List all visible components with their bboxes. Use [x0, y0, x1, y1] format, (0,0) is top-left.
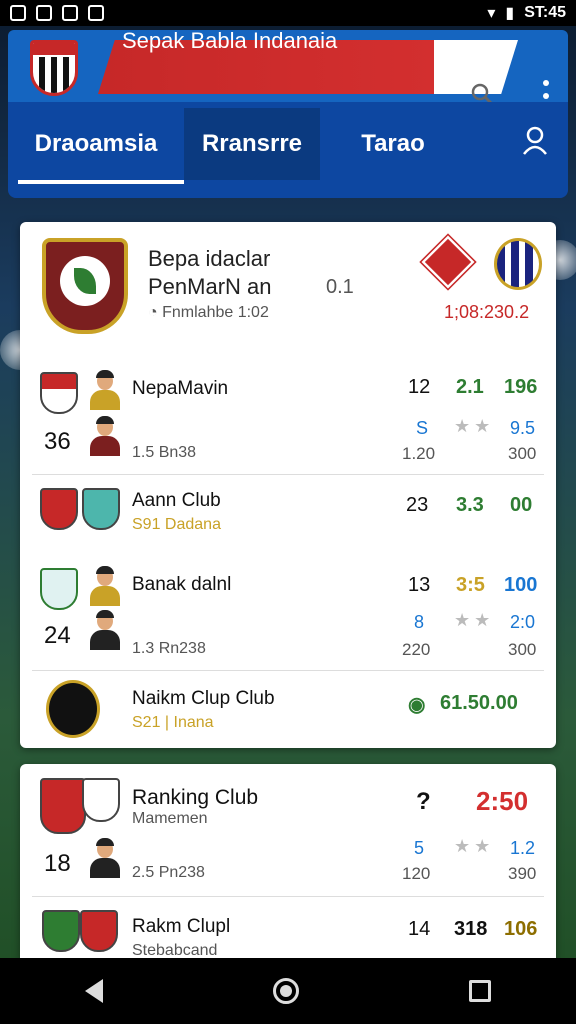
club-logo-icon [40, 568, 78, 610]
club-meta: S21 | Inana [132, 714, 214, 731]
wifi-icon: ▾ [487, 5, 496, 22]
club-logo-icon [40, 778, 86, 834]
stat-value: 100 [504, 574, 538, 596]
stat-small: 220 [402, 640, 431, 659]
stat-value: 318 [454, 918, 488, 940]
stat-value: 106 [504, 918, 538, 940]
stat-small: 120 [402, 864, 431, 883]
stat-small: 390 [508, 864, 537, 883]
player-number: 24 [44, 622, 71, 649]
rating-stars-icon: ★★ [454, 416, 495, 436]
tab-draoamsia[interactable]: Draoamsia [8, 108, 184, 184]
stat-value: 23 [406, 494, 429, 516]
stat-small: 1.20 [402, 444, 436, 463]
divider [32, 670, 544, 671]
stat-value: 3.3 [456, 494, 484, 516]
user-icon[interactable] [522, 126, 548, 156]
player-avatar [90, 370, 120, 410]
stat-small: 300 [508, 640, 537, 659]
club-meta: Mamemen [132, 810, 208, 827]
player-meta: 1.3 Rn238 [132, 640, 206, 657]
player-avatar [90, 416, 120, 456]
match-time-text: Fnmlahbe 1:02 [162, 304, 269, 321]
sim-icon [36, 5, 52, 21]
stat-value: 14 [408, 918, 431, 940]
tab-bar: Draoamsia Rransrre Tarao [8, 102, 568, 198]
stat-value: ? [416, 788, 431, 815]
club-logo-icon [42, 910, 80, 952]
stat-small: 1.2 [510, 838, 536, 858]
match-time-label: ◔ Fnmlahbe 1:02 [148, 304, 269, 321]
club-name[interactable]: Rakm Clupl [132, 916, 230, 938]
club-logo-icon [46, 680, 100, 738]
tab-rransrre[interactable]: Rransrre [184, 108, 320, 180]
club-name[interactable]: Naikm Clup Club [132, 688, 275, 710]
player-number: 18 [44, 850, 71, 877]
league-crest-icon [42, 238, 128, 334]
prize-icon: ◉ [408, 694, 426, 716]
stat-small: S [416, 418, 429, 438]
team-b-logo-icon [494, 238, 542, 290]
match-subtitle: PenMarN an [148, 274, 272, 299]
app-title: Sepak Babla Indanaia [122, 28, 338, 53]
stat-small: 9.5 [510, 418, 536, 438]
status-bar: ▾ ▮ ST:45 [0, 0, 576, 26]
divider [32, 896, 544, 897]
match-card: Bepa idaclar PenMarN an ◔ Fnmlahbe 1:02 … [20, 222, 556, 748]
stat-value: 2.1 [456, 376, 484, 398]
club-logo-icon [82, 488, 120, 530]
ranking-card: Ranking Club Mamemen ? 2:50 18 2.5 Pn238… [20, 764, 556, 964]
player-avatar [90, 610, 120, 650]
stat-value: 12 [408, 376, 431, 398]
home-icon[interactable] [273, 978, 299, 1004]
player-avatar [90, 838, 120, 878]
player-meta: 1.5 Bn38 [132, 444, 197, 461]
team-a-logo-icon [421, 235, 475, 289]
match-clock: 1;08:230.2 [444, 302, 530, 322]
settings-icon [88, 5, 104, 21]
match-score: 0.1 [326, 276, 354, 298]
stat-small: 5 [414, 838, 425, 858]
rating-stars-icon: ★★ [454, 610, 495, 630]
tab-tarao[interactable]: Tarao [328, 108, 458, 180]
system-nav-bar [0, 958, 576, 1024]
player-number: 36 [44, 428, 71, 455]
rating-stars-icon: ★★ [454, 836, 495, 856]
stat-small: 300 [508, 444, 537, 463]
prize-amount: 61.50.00 [440, 692, 518, 714]
player-name[interactable]: NepaMavin [132, 378, 228, 400]
stat-value: 196 [504, 376, 538, 398]
stat-small: 2:0 [510, 612, 536, 632]
battery-icon: ▮ [505, 5, 515, 22]
notification-icon [10, 5, 26, 21]
club-logo-icon [82, 778, 120, 822]
club-meta: S91 Dadana [132, 516, 221, 533]
club-crest-icon[interactable] [30, 40, 78, 96]
player-name[interactable]: Banak dalnl [132, 574, 231, 596]
club-name[interactable]: Ranking Club [132, 786, 258, 810]
stat-value: 2:50 [476, 786, 529, 816]
club-logo-icon [40, 488, 78, 530]
club-name[interactable]: Aann Club [132, 490, 221, 512]
divider [32, 474, 544, 475]
recent-apps-icon[interactable] [469, 980, 491, 1002]
back-icon[interactable] [85, 979, 103, 1003]
stat-value: 13 [408, 574, 431, 596]
image-icon [62, 5, 78, 21]
player-avatar [90, 566, 120, 606]
match-title: Bepa idaclar [148, 246, 271, 271]
stat-small: 8 [414, 612, 425, 632]
club-logo-icon [80, 910, 118, 952]
player-meta: 2.5 Pn238 [132, 864, 205, 881]
club-logo-icon [40, 372, 78, 414]
clock: ST:45 [524, 4, 566, 21]
stat-value: 00 [510, 494, 533, 516]
stat-value: 3:5 [456, 574, 485, 596]
